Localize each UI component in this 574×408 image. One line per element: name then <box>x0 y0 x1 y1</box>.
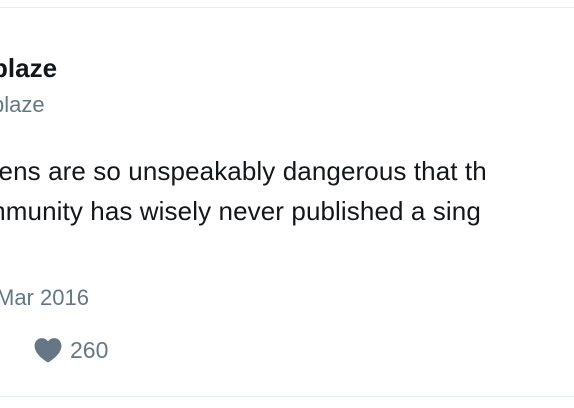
tweet-card: blaze blaze gens are so unspeakably dang… <box>0 0 574 408</box>
user-handle[interactable]: blaze <box>0 91 45 119</box>
tweet-timestamp[interactable]: Mar 2016 <box>0 284 89 312</box>
like-count: 260 <box>70 337 109 363</box>
tweet-text-line: gens are so unspeakably dangerous that t… <box>0 156 487 186</box>
card-bottom-border <box>0 396 574 397</box>
like-button[interactable]: 260 <box>34 335 108 365</box>
card-top-border <box>0 7 574 8</box>
tweet-text-line: mmunity has wisely never published a sin… <box>0 196 481 226</box>
tweet-text: gens are so unspeakably dangerous that t… <box>0 151 487 231</box>
user-display-name[interactable]: blaze <box>0 52 57 84</box>
heart-icon[interactable] <box>34 337 62 363</box>
